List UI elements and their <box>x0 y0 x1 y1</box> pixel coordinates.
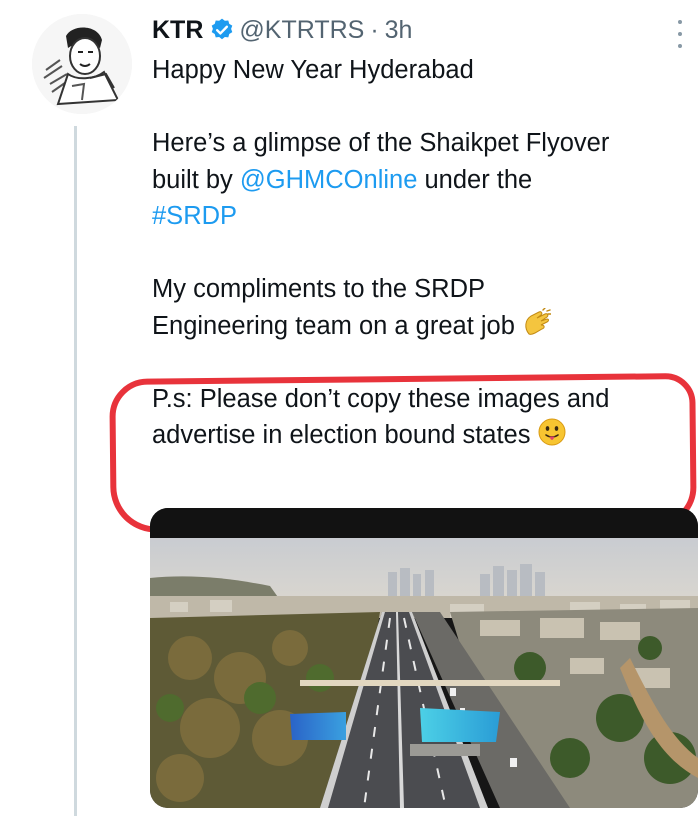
meta-separator: · <box>370 15 379 44</box>
mention-link[interactable]: @GHMCOnline <box>240 166 418 194</box>
tweet-timestamp[interactable]: 3h <box>385 16 413 45</box>
tweet-text-fragment: built by <box>152 165 240 194</box>
verified-badge-icon <box>212 18 233 40</box>
more-options-icon[interactable] <box>676 20 684 48</box>
flyover-aerial-photo <box>150 508 698 808</box>
tweet-line: Engineering team on a great job <box>152 307 700 345</box>
tweet-line: Happy New Year Hyderabad <box>152 56 474 84</box>
tweet-line: Here’s a glimpse of the Shaikpet Flyover <box>152 129 610 157</box>
avatar-sketch-icon <box>32 14 132 114</box>
tweet-media[interactable] <box>150 508 698 808</box>
tweet-line: My compliments to the SRDP <box>152 275 486 303</box>
clapping-hands-icon <box>525 307 551 335</box>
author-name[interactable]: KTR <box>152 16 203 45</box>
avatar[interactable] <box>32 14 132 114</box>
tweet-text-fragment: under the <box>417 165 533 194</box>
tweet-header: KTR @KTRTRS · 3h <box>152 12 412 48</box>
thread-connector-line <box>74 126 77 816</box>
tweet-text-fragment: Engineering team on a great job <box>152 311 515 340</box>
hashtag-link[interactable]: #SRDP <box>152 198 700 235</box>
author-handle[interactable]: @KTRTRS <box>239 16 364 45</box>
tweet-line: built by @GHMCOnline under the <box>152 162 700 199</box>
